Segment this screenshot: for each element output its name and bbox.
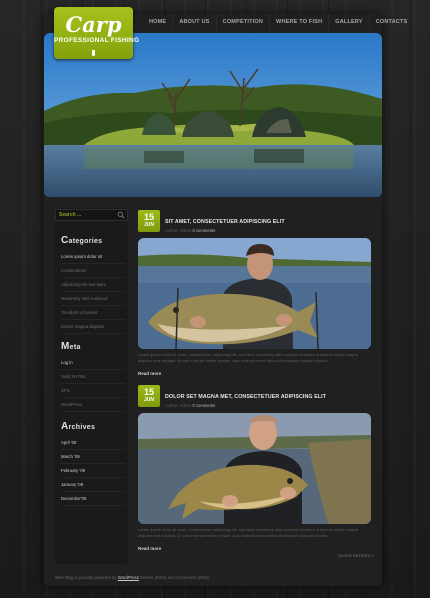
post-excerpt: Lorem ipsum dolor sit amet, consectetuer…: [138, 527, 358, 538]
fishing-hook-icon: [92, 50, 95, 56]
category-link[interactable]: Tincidunt ut laoreet: [61, 306, 125, 320]
nav-about-us[interactable]: ABOUT US: [173, 14, 217, 30]
older-entries-link[interactable]: OLDER ENTRIES »: [338, 553, 374, 558]
post-meta: Author: Admin 0 comments: [165, 228, 216, 233]
footer-rss-text[interactable]: Entries (RSS) and Comments (RSS): [139, 575, 210, 580]
category-link[interactable]: Lorem ipsum dolor sit: [61, 250, 125, 264]
post-date-badge: 15 JUN: [138, 385, 160, 407]
archive-link[interactable]: March '09: [61, 450, 125, 464]
archives-list: April '09 March '09 February '09 January…: [61, 436, 125, 506]
logo-subtitle: PROFESSIONAL FISHING: [54, 37, 140, 44]
post-title[interactable]: SIT AMET, CONSECTETUER ADIPISCING ELIT: [165, 219, 285, 225]
nav-where-to-fish[interactable]: WHERE TO FISH: [270, 14, 330, 30]
read-more-link[interactable]: Read more: [138, 371, 161, 376]
archive-link[interactable]: January '09: [61, 478, 125, 492]
search-icon[interactable]: [117, 211, 125, 219]
site-logo[interactable]: Carp PROFESSIONAL FISHING: [54, 7, 140, 59]
category-link[interactable]: Dolore magna aliquam: [61, 320, 125, 334]
category-link[interactable]: Nonummy nibh euismod: [61, 292, 125, 306]
archives-heading: Archives: [61, 421, 96, 432]
categories-list: Lorem ipsum dolor sit Consectetuer Adipi…: [61, 250, 125, 334]
category-link[interactable]: Adipiscing elit sed diam: [61, 278, 125, 292]
archive-link[interactable]: April '09: [61, 436, 125, 450]
post-title[interactable]: DOLOR SET MAGNA MET, CONSECTETUER ADIPIS…: [165, 394, 326, 400]
post-photo-man-with-carp-2[interactable]: [138, 413, 371, 524]
archive-link[interactable]: December'09: [61, 492, 125, 506]
comments-link[interactable]: 0 comments: [192, 403, 215, 408]
logo-script-text: Carp: [65, 12, 122, 37]
comments-link[interactable]: 0 comments: [192, 228, 215, 233]
footer-text: Web Blog is proudly powered by: [55, 575, 118, 580]
meta-link-login[interactable]: Log in: [61, 356, 125, 370]
nav-contacts[interactable]: CONTACTS: [370, 14, 414, 30]
nav-competition[interactable]: COMPETITION: [217, 14, 271, 30]
categories-heading: Categories: [61, 235, 103, 246]
post-photo-man-with-carp[interactable]: [138, 238, 371, 349]
post-date-badge: 15 JUN: [138, 210, 160, 232]
post-excerpt: Lorem ipsum dolor sit amet, consectetuer…: [138, 352, 358, 363]
wordpress-link[interactable]: WordPress: [118, 575, 139, 580]
read-more-link[interactable]: Read more: [138, 546, 161, 551]
category-link[interactable]: Consectetuer: [61, 264, 125, 278]
nav-gallery[interactable]: GALLERY: [329, 14, 370, 30]
main-nav: HOME ABOUT US COMPETITION WHERE TO FISH …: [143, 14, 413, 30]
archive-link[interactable]: February '09: [61, 464, 125, 478]
meta-heading: Meta: [61, 341, 81, 352]
meta-link[interactable]: Valid XHTML: [61, 370, 125, 384]
meta-link[interactable]: XFN: [61, 384, 125, 398]
footer: Web Blog is proudly powered by WordPress…: [55, 575, 210, 580]
post-meta: Author: Admin 0 comments: [165, 403, 216, 408]
nav-home[interactable]: HOME: [143, 14, 174, 30]
meta-list: Log in Valid XHTML XFN WordPress: [61, 356, 125, 412]
meta-link[interactable]: WordPress: [61, 398, 125, 412]
